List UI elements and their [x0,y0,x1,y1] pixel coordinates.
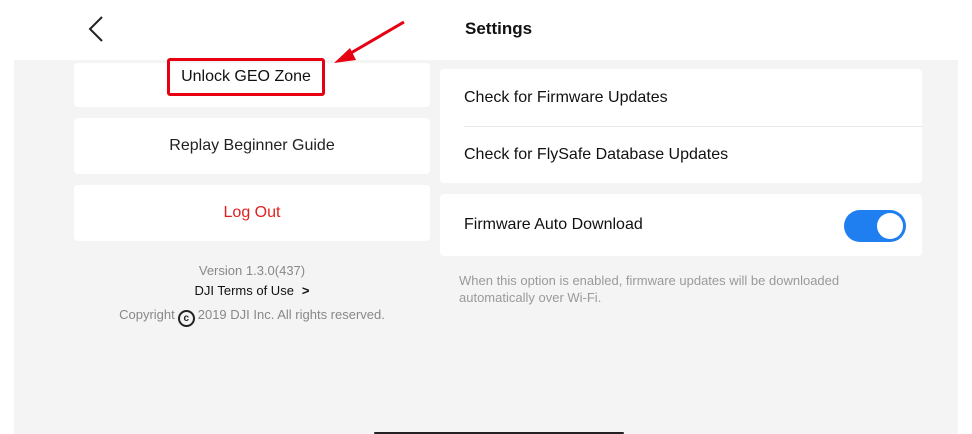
copyright-prefix: Copyright [119,307,175,322]
copyright-icon: c [177,310,195,327]
copyright-text: Copyright c 2019 DJI Inc. All rights reser… [74,307,430,327]
firmware-auto-download-label: Firmware Auto Download [464,216,643,233]
header-bar: Settings [0,0,972,60]
replay-beginner-guide-button[interactable]: Replay Beginner Guide [74,118,430,174]
terms-of-use-link[interactable]: DJI Terms of Use > [74,283,430,298]
firmware-auto-download-toggle[interactable] [844,210,906,242]
auto-download-hint: When this option is enabled, firmware up… [459,273,840,305]
terms-label: DJI Terms of Use [194,283,294,298]
check-flysafe-label: Check for FlySafe Database Updates [464,145,729,163]
annotation-highlight-box [167,58,325,96]
chevron-right-icon: > [301,283,310,298]
log-out-button[interactable]: Log Out [74,185,430,241]
check-flysafe-updates-item[interactable]: Check for FlySafe Database Updates [464,126,922,183]
version-text: Version 1.3.0(437) [198,263,306,278]
check-firmware-label: Check for Firmware Updates [464,88,668,106]
updates-card: Check for Firmware Updates Check for Fly… [440,69,922,183]
toggle-knob [877,213,903,239]
firmware-auto-download-card: Firmware Auto Download [440,194,922,256]
check-firmware-updates-item[interactable]: Check for Firmware Updates [464,69,922,127]
copyright-suffix: 2019 DJI Inc. All rights reserved. [197,307,385,322]
page-title: Settings [465,19,533,38]
back-chevron-icon[interactable] [84,14,110,44]
